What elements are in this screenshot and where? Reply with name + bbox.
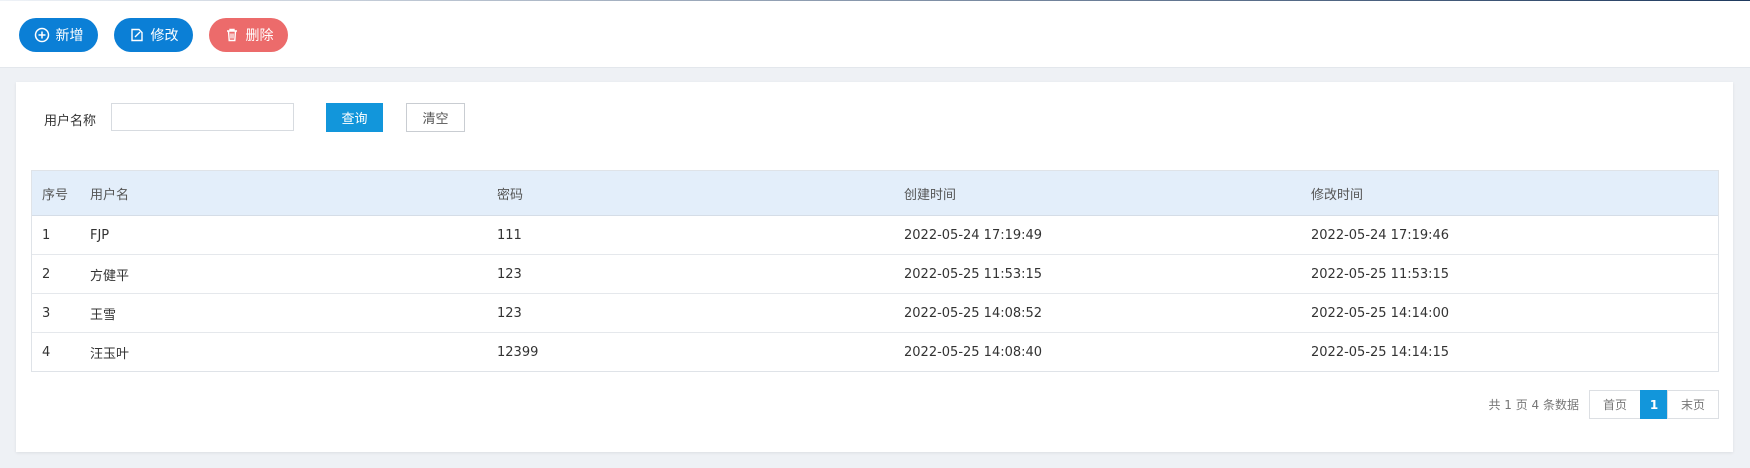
cell-index: 3 [42, 305, 51, 321]
pagination-info: 共 1 页 4 条数据 [1488, 398, 1579, 412]
cell-created-time: 2022-05-25 11:53:15 [904, 266, 1043, 282]
cell-modified-time: 2022-05-24 17:19:46 [1311, 227, 1450, 243]
delete-button-label: 删除 [245, 28, 274, 44]
table-row[interactable]: 4 汪玉叶 12399 2022-05-25 14:08:40 2022-05-… [32, 333, 1718, 371]
delete-button[interactable]: 删除 [209, 18, 288, 52]
cell-modified-time: 2022-05-25 14:14:00 [1311, 305, 1450, 321]
cell-modified-time: 2022-05-25 11:53:15 [1311, 266, 1450, 282]
current-page-button[interactable]: 1 [1640, 390, 1668, 419]
cell-index: 4 [42, 344, 51, 360]
cell-username: 方健平 [90, 268, 130, 284]
cell-password: 123 [497, 266, 522, 282]
header-username[interactable]: 用户名 [90, 184, 497, 203]
last-page-button[interactable]: 末页 [1667, 390, 1719, 419]
cell-created-time: 2022-05-25 14:08:52 [904, 305, 1043, 321]
trash-icon [226, 28, 237, 42]
user-table: 序号 用户名 密码 创建时间 修改时间 1 FJP 111 2022-05-24… [31, 170, 1719, 372]
edit-button[interactable]: 修改 [114, 18, 193, 52]
edit-button-label: 修改 [150, 28, 179, 44]
cell-modified-time: 2022-05-25 14:14:15 [1311, 344, 1450, 360]
cell-username: FJP [90, 227, 110, 243]
header-created-time[interactable]: 创建时间 [904, 184, 1311, 203]
cell-password: 12399 [497, 344, 539, 360]
header-index[interactable]: 序号 [32, 184, 90, 203]
main-panel: 用户名称 查询 清空 序号 用户名 密码 创建时间 修改时间 1 FJP 111… [16, 82, 1733, 452]
query-button[interactable]: 查询 [326, 103, 383, 132]
plus-circle-icon [34, 27, 49, 43]
cell-created-time: 2022-05-24 17:19:49 [904, 227, 1043, 243]
table-row[interactable]: 2 方健平 123 2022-05-25 11:53:15 2022-05-25… [32, 255, 1718, 294]
header-password[interactable]: 密码 [497, 184, 904, 203]
cell-username: 汪玉叶 [90, 346, 130, 362]
pagination: 共 1 页 4 条数据 首页 1 末页 [1488, 390, 1719, 419]
header-modified-time[interactable]: 修改时间 [1311, 184, 1718, 203]
cell-password: 123 [497, 305, 522, 321]
cell-created-time: 2022-05-25 14:08:40 [904, 344, 1043, 360]
cell-password: 111 [497, 227, 522, 243]
table-row[interactable]: 1 FJP 111 2022-05-24 17:19:49 2022-05-24… [32, 216, 1718, 255]
cell-index: 2 [42, 266, 51, 282]
toolbar: 新增 修改 删除 [0, 1, 1750, 68]
edit-icon [130, 28, 143, 42]
add-button-label: 新增 [55, 28, 84, 44]
table-row[interactable]: 3 王雪 123 2022-05-25 14:08:52 2022-05-25 … [32, 294, 1718, 333]
username-search-label: 用户名称 [44, 114, 97, 129]
cell-username: 王雪 [90, 307, 117, 323]
add-button[interactable]: 新增 [19, 18, 98, 52]
table-header: 序号 用户名 密码 创建时间 修改时间 [32, 171, 1718, 216]
username-search-input[interactable] [111, 103, 294, 131]
cell-index: 1 [42, 227, 51, 243]
clear-button[interactable]: 清空 [406, 103, 465, 132]
first-page-button[interactable]: 首页 [1589, 390, 1641, 419]
